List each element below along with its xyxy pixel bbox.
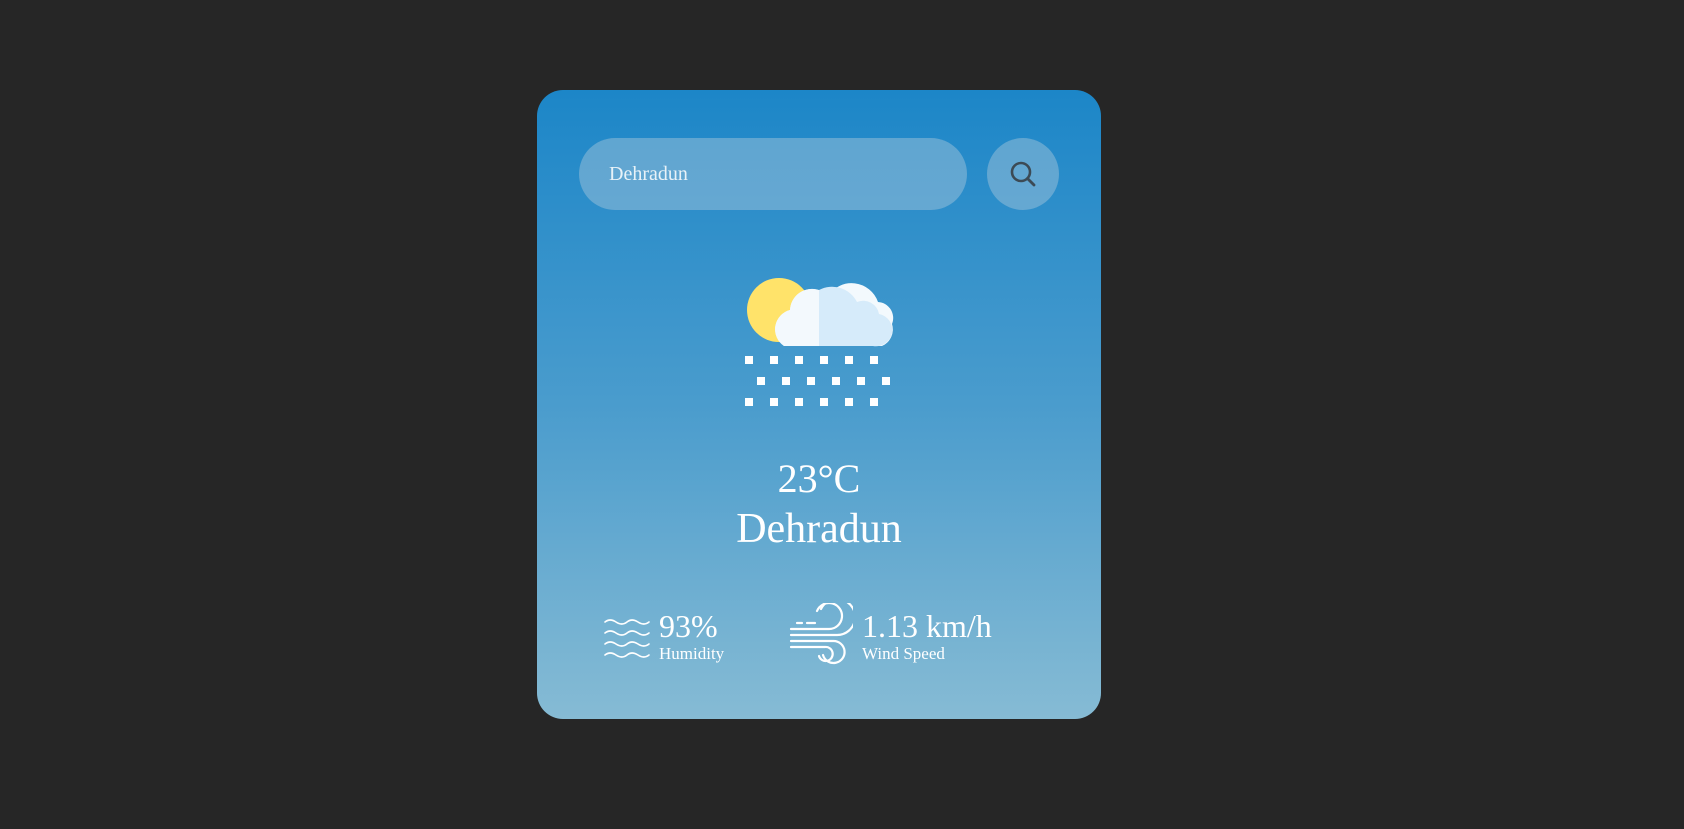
search-icon	[1010, 161, 1036, 187]
temperature: 23°C	[777, 456, 861, 501]
humidity-value: 93%	[659, 608, 718, 644]
wind-value: 1.13 km/h	[862, 608, 992, 644]
weather-card: 23°C Dehradun 93% Humidity 1.13 km/h	[537, 90, 1101, 719]
wind-label: Wind Speed	[862, 644, 945, 663]
wind-icon	[789, 603, 853, 665]
city-name: Dehradun	[736, 506, 902, 552]
humidity-stat: 93% Humidity	[603, 608, 753, 668]
wind-stat: 1.13 km/h Wind Speed	[789, 603, 1019, 668]
search-bar	[579, 138, 1059, 210]
sun-cloud-snow-icon	[745, 278, 894, 406]
humidity-label: Humidity	[659, 644, 725, 663]
humidity-waves-icon	[604, 619, 650, 658]
search-button[interactable]	[987, 138, 1059, 210]
search-input[interactable]	[579, 138, 967, 210]
